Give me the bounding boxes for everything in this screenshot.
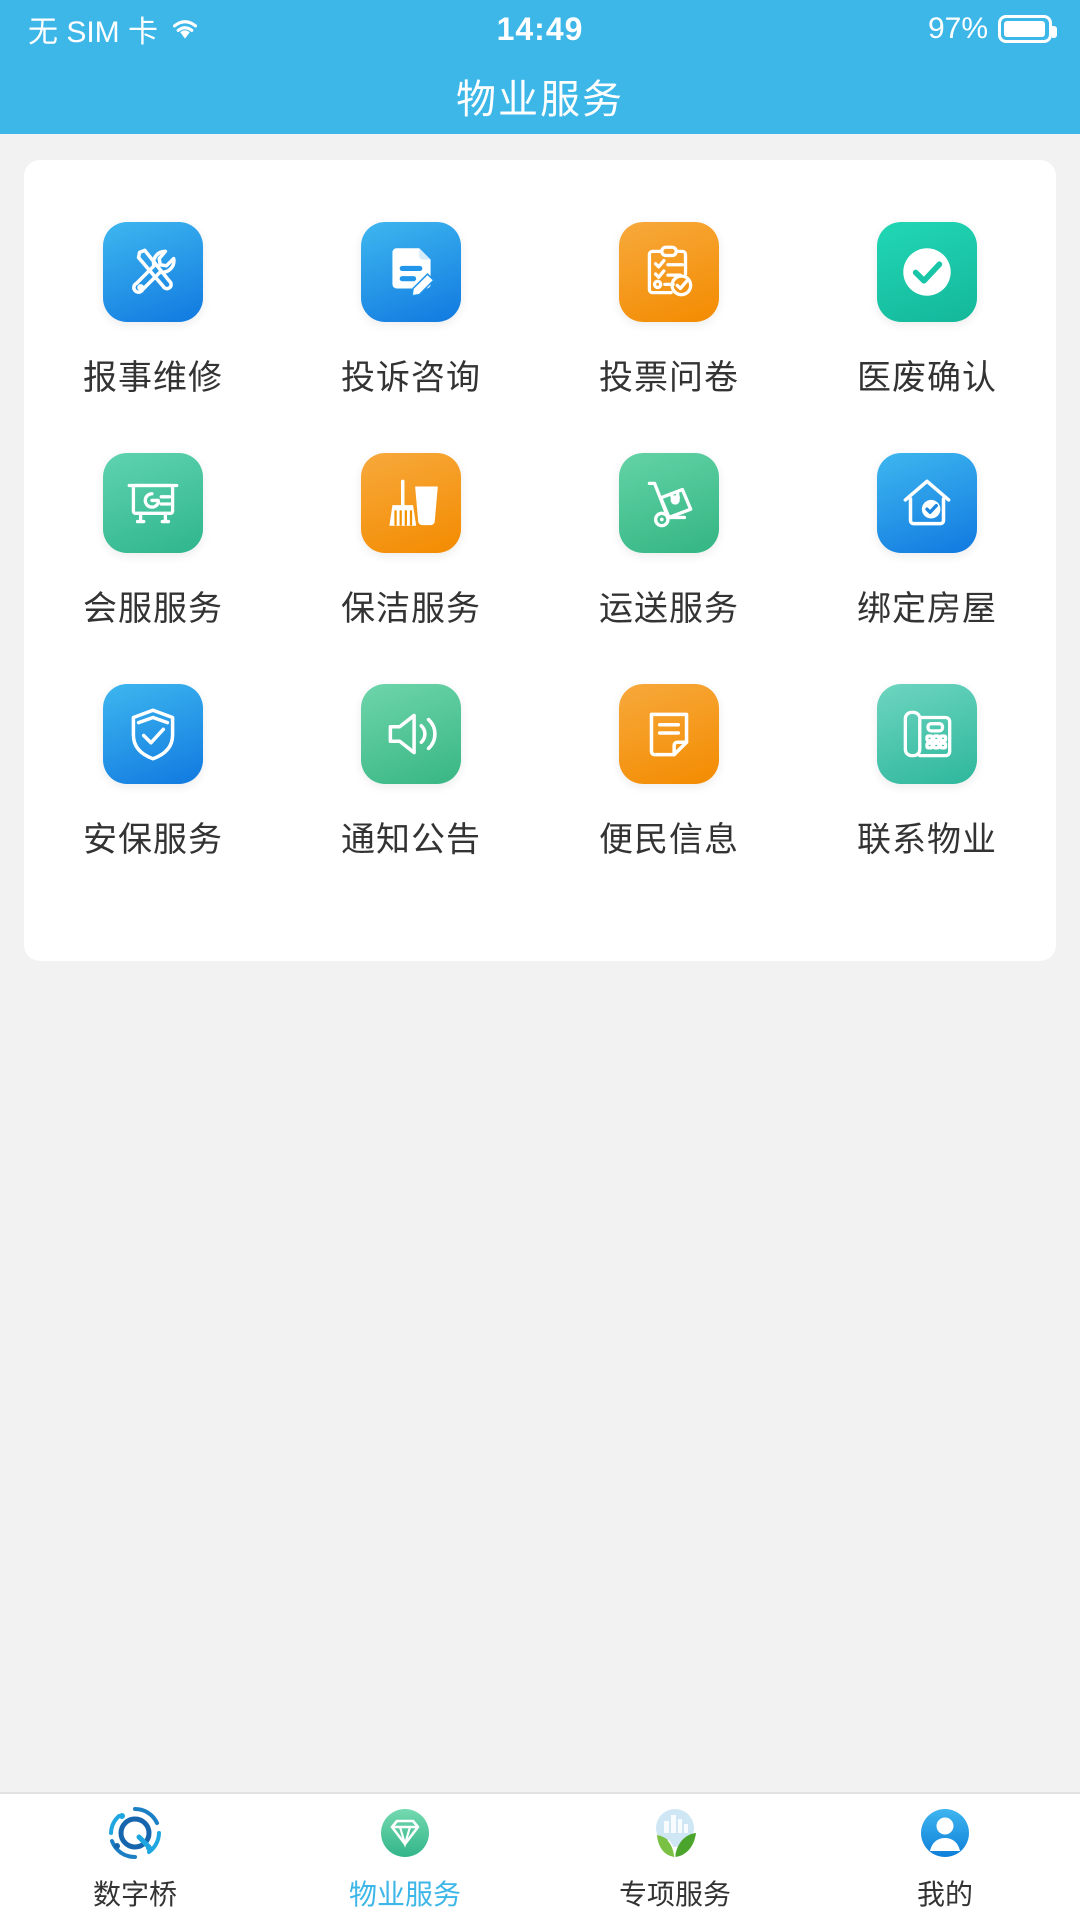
service-tile[interactable]: 绑定房屋 (798, 439, 1056, 670)
user-avatar-icon[interactable] (913, 1801, 977, 1865)
services-card: 报事维修 投诉咨询 投票问卷 医废确认 会服服务 保洁服务 运送服务 绑定房屋 … (24, 160, 1056, 961)
bottom-tab-bar: 数字桥 物业服务 专项服务 我的 (0, 1792, 1080, 1920)
service-tile-label: 医废确认 (857, 359, 997, 397)
city-leaf-icon[interactable] (643, 1801, 707, 1865)
presentation-board-icon[interactable] (103, 453, 203, 553)
page-header: 物业服务 (0, 58, 1080, 134)
house-check-icon[interactable] (877, 453, 977, 553)
tools-icon[interactable] (103, 222, 203, 322)
service-tile[interactable]: 便民信息 (540, 670, 798, 901)
service-tile-label: 会服服务 (83, 590, 223, 628)
check-circle-icon[interactable] (877, 222, 977, 322)
service-tile[interactable]: 会服服务 (24, 439, 282, 670)
service-tile[interactable]: 报事维修 (24, 208, 282, 439)
service-tile-label: 联系物业 (857, 821, 997, 859)
shield-check-icon[interactable] (103, 684, 203, 784)
service-tile-label: 通知公告 (341, 821, 481, 859)
circuit-q-logo-icon[interactable] (103, 1801, 167, 1865)
service-tile[interactable]: 通知公告 (282, 670, 540, 901)
service-tile[interactable]: 投票问卷 (540, 208, 798, 439)
service-tile-label: 安保服务 (83, 821, 223, 859)
clock-label: 14:49 (496, 10, 584, 47)
service-tile-label: 便民信息 (599, 821, 739, 859)
tab-label: 数字桥 (92, 1879, 177, 1910)
status-bar: 无 SIM 卡 14:49 97% (0, 0, 1080, 58)
hand-truck-icon[interactable] (619, 453, 719, 553)
tab-label: 物业服务 (348, 1879, 461, 1910)
service-tile-label: 保洁服务 (341, 590, 481, 628)
tab-3[interactable]: 专项服务 (540, 1801, 810, 1913)
tab-1[interactable]: 数字桥 (0, 1801, 270, 1913)
tab-label: 专项服务 (618, 1879, 731, 1910)
service-tile-label: 投诉咨询 (341, 359, 481, 397)
broom-bucket-icon[interactable] (361, 453, 461, 553)
diamond-icon[interactable] (373, 1801, 437, 1865)
tab-4[interactable]: 我的 (810, 1801, 1080, 1913)
telephone-icon[interactable] (877, 684, 977, 784)
tab-2[interactable]: 物业服务 (270, 1801, 540, 1913)
service-tile[interactable]: 联系物业 (798, 670, 1056, 901)
tab-label: 我的 (916, 1879, 973, 1910)
service-tile-label: 绑定房屋 (857, 590, 997, 628)
battery-fill (1004, 21, 1045, 37)
app-screen: 无 SIM 卡 14:49 97% 物业服务 报事维修 投诉咨询 投票问卷 医废… (0, 0, 1080, 1920)
battery-icon (998, 15, 1057, 43)
service-tile-label: 投票问卷 (599, 359, 739, 397)
service-tile[interactable]: 医废确认 (798, 208, 1056, 439)
service-tile-label: 报事维修 (83, 359, 223, 397)
clipboard-check-icon[interactable] (619, 222, 719, 322)
service-tile-label: 运送服务 (599, 590, 739, 628)
service-tile[interactable]: 运送服务 (540, 439, 798, 670)
speaker-icon[interactable] (361, 684, 461, 784)
service-tile[interactable]: 投诉咨询 (282, 208, 540, 439)
service-tile[interactable]: 保洁服务 (282, 439, 540, 670)
page-title: 物业服务 (456, 78, 624, 122)
document-edit-icon[interactable] (361, 222, 461, 322)
note-icon[interactable] (619, 684, 719, 784)
services-grid: 报事维修 投诉咨询 投票问卷 医废确认 会服服务 保洁服务 运送服务 绑定房屋 … (24, 208, 1056, 901)
service-tile[interactable]: 安保服务 (24, 670, 282, 901)
